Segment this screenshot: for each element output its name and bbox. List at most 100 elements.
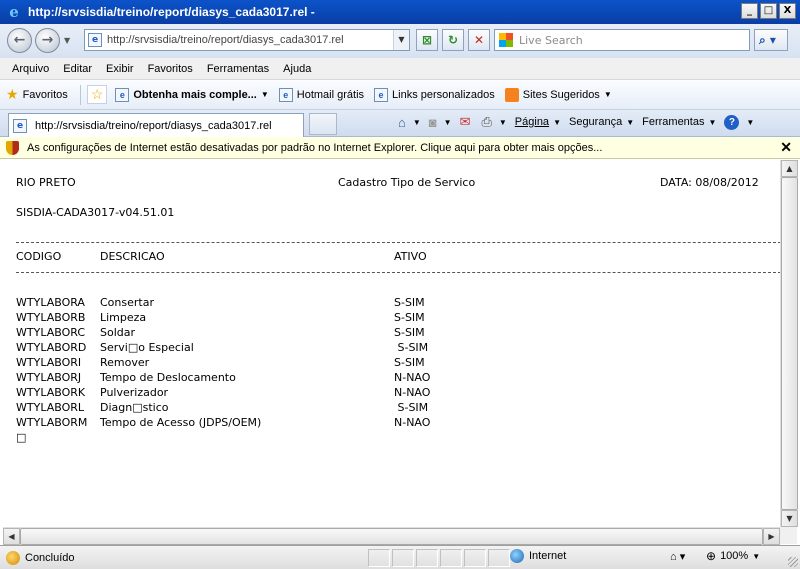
- header-ativo: ATIVO: [394, 250, 427, 263]
- fav-item-label: Sites Sugeridos: [522, 88, 600, 101]
- scroll-right-arrow[interactable]: ▶: [763, 528, 780, 545]
- report-date: DATA: 08/08/2012: [660, 176, 759, 189]
- scroll-down-arrow[interactable]: ▼: [781, 510, 798, 527]
- report-program: SISDIA-CADA3017-v04.51.01: [16, 206, 175, 219]
- page-menu[interactable]: Página ▼: [515, 116, 561, 128]
- fav-item-label: Obtenha mais comple...: [133, 88, 257, 101]
- suggested-sites-icon: [504, 87, 519, 102]
- information-bar[interactable]: As configurações de Internet estão desat…: [0, 137, 800, 159]
- print-button[interactable]: ⎙ ▼: [481, 114, 506, 130]
- stop-icon: ✕: [473, 33, 485, 47]
- search-placeholder: Live Search: [519, 33, 583, 47]
- fav-item-obtenha[interactable]: e Obtenha mais comple... ▼: [115, 87, 269, 102]
- tools-menu[interactable]: Ferramentas ▼: [642, 116, 716, 128]
- back-button[interactable]: ←: [7, 28, 32, 53]
- history-dropdown-icon[interactable]: ▼: [64, 36, 70, 45]
- forward-button[interactable]: →: [35, 28, 60, 53]
- scroll-up-arrow[interactable]: ▲: [781, 160, 798, 177]
- menu-favoritos[interactable]: Favoritos: [142, 63, 199, 75]
- maximize-button[interactable]: □: [760, 3, 777, 19]
- row-codigo: WTYLABORB: [16, 311, 86, 324]
- infobar-message[interactable]: As configurações de Internet estão desat…: [27, 142, 602, 154]
- report-city: RIO PRETO: [16, 176, 76, 189]
- page-menu-label: Página: [514, 116, 550, 128]
- status-text: Concluído: [25, 551, 75, 564]
- fav-item-links[interactable]: e Links personalizados: [374, 87, 495, 102]
- zoom-control[interactable]: ⊕ 100% ▼: [706, 549, 760, 563]
- command-bar: ⌂ ▼ ◙ ▼ ✉ ⎙ ▼ Página ▼ Segurança ▼ Ferramenta…: [398, 114, 762, 130]
- address-url[interactable]: http://srvsisdia/treino/report/diasys_ca…: [107, 34, 344, 46]
- security-menu[interactable]: Segurança ▼: [569, 116, 634, 128]
- search-input[interactable]: Live Search: [494, 29, 750, 51]
- fav-item-hotmail[interactable]: e Hotmail grátis: [278, 87, 364, 102]
- favorites-label: Favoritos: [22, 88, 68, 101]
- chevron-down-icon: ▼: [626, 117, 635, 127]
- scroll-left-arrow[interactable]: ◀: [3, 528, 20, 545]
- menu-editar[interactable]: Editar: [57, 63, 98, 75]
- chevron-down-icon: ▼: [553, 117, 561, 127]
- new-tab-button[interactable]: [309, 113, 337, 135]
- menu-arquivo[interactable]: Arquivo: [6, 63, 55, 75]
- header-descricao: DESCRICAO: [100, 250, 165, 263]
- stop-button[interactable]: ✕: [468, 29, 490, 51]
- horizontal-scrollbar[interactable]: ◀ ▶: [3, 527, 780, 545]
- menu-ajuda[interactable]: Ajuda: [277, 63, 317, 75]
- row-codigo: WTYLABORD: [16, 341, 87, 354]
- compatibility-button[interactable]: ⊠: [416, 29, 438, 51]
- search-button[interactable]: ⌕ ▾: [754, 29, 788, 51]
- row-ativo: S-SIM: [394, 401, 429, 414]
- row-ativo: S-SIM: [394, 356, 425, 369]
- resize-grip[interactable]: [788, 557, 798, 567]
- row-ativo: S-SIM: [394, 296, 425, 309]
- scroll-corner: [780, 527, 797, 544]
- address-dropdown-icon[interactable]: ▼: [393, 30, 409, 50]
- security-zone[interactable]: Internet: [510, 549, 566, 563]
- row-descricao: Pulverizador: [100, 386, 169, 399]
- row-descricao: Tempo de Deslocamento: [100, 371, 236, 384]
- zoom-icon: ⊕: [706, 549, 717, 563]
- home-button[interactable]: ⌂ ▼: [398, 115, 421, 130]
- help-button[interactable]: ? ▼: [724, 114, 754, 130]
- fav-item-sites-sugeridos[interactable]: Sites Sugeridos ▼: [504, 87, 612, 102]
- vertical-scroll-thumb[interactable]: [781, 177, 798, 510]
- mail-button[interactable]: ✉: [460, 114, 474, 130]
- status-icon: [6, 550, 20, 565]
- chevron-down-icon: ▼: [603, 90, 612, 99]
- row-ativo: N-NAO: [394, 416, 431, 429]
- page-content: RIO PRETO Cadastro Tipo de Servico DATA:…: [3, 160, 780, 527]
- back-arrow-icon: ←: [13, 32, 26, 48]
- ie-page-icon: e: [374, 87, 389, 102]
- tab-bar: e http://srvsisdia/treino/report/diasys_…: [0, 110, 800, 137]
- menu-exibir[interactable]: Exibir: [100, 63, 140, 75]
- chevron-down-icon: ▼: [498, 117, 507, 127]
- row-descricao: Tempo de Acesso (JDPS/OEM): [100, 416, 262, 429]
- minimize-button[interactable]: _: [741, 3, 758, 19]
- zoom-level: 100%: [720, 550, 749, 562]
- favorites-button[interactable]: ★ Favoritos: [6, 86, 68, 103]
- infobar-close-icon[interactable]: ✕: [780, 139, 792, 156]
- vertical-scrollbar[interactable]: ▲ ▼: [780, 160, 798, 527]
- help-icon: ?: [724, 114, 740, 130]
- tab-current[interactable]: e http://srvsisdia/treino/report/diasys_…: [8, 113, 304, 137]
- favorites-bar: ★ Favoritos ☆ e Obtenha mais comple... ▼…: [0, 80, 800, 110]
- report-title: Cadastro Tipo de Servico: [338, 176, 476, 189]
- menu-ferramentas[interactable]: Ferramentas: [201, 63, 275, 75]
- feeds-button[interactable]: ◙ ▼: [429, 115, 452, 130]
- status-pane: [440, 549, 462, 567]
- close-window-button[interactable]: X: [779, 3, 796, 19]
- ie-page-icon: e: [278, 87, 293, 102]
- shield-icon: [6, 140, 19, 155]
- status-pane: [392, 549, 414, 567]
- row-ativo: N-NAO: [394, 371, 431, 384]
- address-bar[interactable]: e http://srvsisdia/treino/report/diasys_…: [84, 29, 410, 51]
- tools-menu-label: Ferramentas: [642, 116, 705, 128]
- refresh-button[interactable]: ↻: [442, 29, 464, 51]
- row-descricao: Limpeza: [100, 311, 147, 324]
- status-pane: [488, 549, 510, 567]
- printer-icon: ⎙: [481, 114, 492, 129]
- row-ativo: S-SIM: [394, 311, 425, 324]
- horizontal-scroll-thumb[interactable]: [20, 528, 763, 545]
- add-favorite-icon[interactable]: ☆: [86, 85, 108, 104]
- header-codigo: CODIGO: [16, 250, 62, 263]
- protected-mode-icon[interactable]: ⌂ ▾: [670, 550, 685, 563]
